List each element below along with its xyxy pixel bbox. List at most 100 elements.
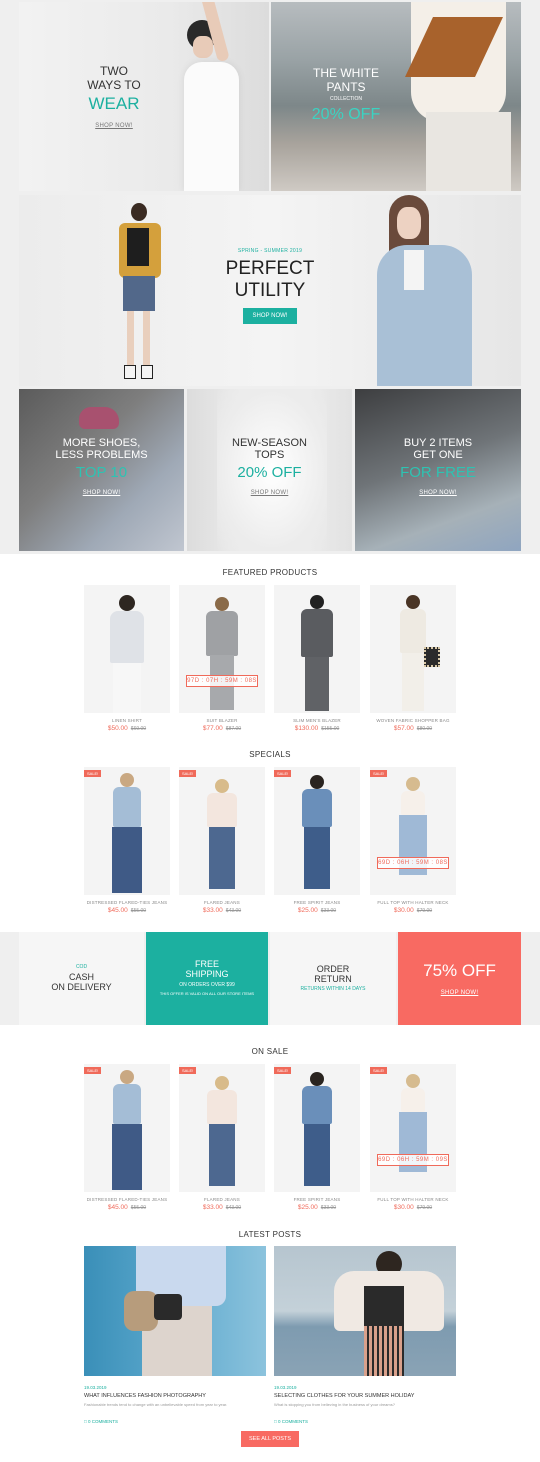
product-name[interactable]: FREE SPIRIT JEANS bbox=[274, 900, 360, 905]
product-card[interactable]: 97D : 07H : 59M : 08S SUIT BLAZER $77.00… bbox=[179, 585, 265, 732]
post-title[interactable]: SELECTING CLOTHES FOR YOUR SUMMER HOLIDA… bbox=[274, 1393, 456, 1399]
product-name[interactable]: FULL TOP WITH HALTER NECK bbox=[370, 1197, 456, 1202]
product-image: SALE! bbox=[84, 767, 170, 895]
post-date: 19.03.2019 bbox=[274, 1385, 297, 1390]
product-name[interactable]: SLIM MEN'S BLAZER bbox=[274, 718, 360, 723]
comment-count: 0 COMMENTS bbox=[87, 1419, 118, 1424]
season-label: SPRING - SUMMER 2019 bbox=[237, 248, 303, 254]
product-name[interactable]: FLARED JEANS bbox=[179, 900, 265, 905]
onsale-title: ON SALE bbox=[251, 1047, 289, 1056]
shop-now-link[interactable]: SHOP NOW! bbox=[355, 490, 521, 496]
feature-sub: ON ORDERS OVER $99 bbox=[179, 982, 235, 988]
banner-accent: 20% OFF bbox=[237, 464, 302, 481]
product-card[interactable]: SALE! 69D : 06H : 59M : 09S FULL TOP WIT… bbox=[370, 1064, 456, 1211]
product-name[interactable]: DISTRESSED FLARED-TIES JEANS bbox=[84, 900, 170, 905]
shop-now-link[interactable]: SHOP NOW! bbox=[187, 490, 352, 496]
shop-now-link[interactable]: SHOP NOW! bbox=[59, 123, 169, 129]
feature-promo[interactable]: 75% OFF SHOP NOW! bbox=[398, 932, 521, 1025]
post-title[interactable]: WHAT INFLUENCES FASHION PHOTOGRAPHY bbox=[84, 1393, 266, 1399]
banner-tops[interactable]: NEW-SEASON TOPS 20% OFF SHOP NOW! bbox=[187, 389, 352, 551]
post-image[interactable] bbox=[84, 1246, 266, 1376]
shop-now-button[interactable]: SHOP NOW! bbox=[242, 308, 298, 324]
model-right-image bbox=[369, 195, 479, 386]
post-card[interactable]: 19.03.2019 SELECTING CLOTHES FOR YOUR SU… bbox=[274, 1246, 456, 1424]
product-price: $25.00 bbox=[297, 1204, 318, 1211]
product-card[interactable]: SLIM MEN'S BLAZER $130.00 $155.00 bbox=[274, 585, 360, 732]
product-price: $50.00 bbox=[107, 725, 128, 732]
product-image: SALE! bbox=[274, 767, 360, 895]
comment-count: 0 COMMENTS bbox=[277, 1419, 308, 1424]
feature-line1: FREE bbox=[194, 959, 219, 969]
product-old-price: $79.00 bbox=[416, 908, 433, 914]
model-left-image bbox=[109, 203, 169, 383]
countdown-timer: 97D : 07H : 59M : 08S bbox=[186, 675, 258, 687]
product-card[interactable]: SALE! 69D : 06H : 59M : 08S FULL TOP WIT… bbox=[370, 767, 456, 914]
product-card[interactable]: SALE! DISTRESSED FLARED-TIES JEANS $45.0… bbox=[84, 1064, 170, 1211]
sale-badge: SALE! bbox=[274, 770, 292, 777]
sale-badge: SALE! bbox=[84, 1067, 102, 1074]
product-card[interactable]: SALE! FREE SPIRIT JEANS $25.00 $33.00 bbox=[274, 1064, 360, 1211]
banner-two-ways[interactable]: TWO WAYS TO WEAR SHOP NOW! bbox=[19, 2, 269, 191]
product-card[interactable]: SALE! FLARED JEANS $33.00 $43.00 bbox=[179, 1064, 265, 1211]
banner-shoes[interactable]: MORE SHOES, LESS PROBLEMS TOP 10 SHOP NO… bbox=[19, 389, 184, 551]
post-comments[interactable]: □ 0 COMMENTS bbox=[274, 1419, 456, 1424]
banner-buy2[interactable]: BUY 2 ITEMS GET ONE FOR FREE SHOP NOW! bbox=[355, 389, 521, 551]
product-image: SALE! bbox=[179, 1064, 265, 1192]
product-old-price: $43.00 bbox=[225, 908, 242, 914]
shoe-image bbox=[79, 407, 119, 429]
banner-line1: NEW-SEASON bbox=[232, 437, 307, 449]
banner-line2: GET ONE bbox=[413, 449, 463, 461]
product-card[interactable]: SALE! FLARED JEANS $33.00 $43.00 bbox=[179, 767, 265, 914]
banner-line1: BUY 2 ITEMS bbox=[403, 437, 473, 449]
product-image: SALE! bbox=[84, 1064, 170, 1192]
product-price: $30.00 bbox=[393, 907, 414, 914]
product-price: $25.00 bbox=[297, 907, 318, 914]
feature-line1: ORDER bbox=[316, 964, 350, 974]
product-old-price: $33.00 bbox=[320, 908, 337, 914]
product-old-price: $43.00 bbox=[225, 1205, 242, 1211]
posts-title: LATEST POSTS bbox=[238, 1230, 302, 1239]
product-image bbox=[274, 585, 360, 713]
banner-line1: TWO bbox=[100, 64, 128, 78]
sale-badge: SALE! bbox=[84, 770, 102, 777]
comment-icon: □ bbox=[84, 1419, 87, 1424]
post-comments[interactable]: □ 0 COMMENTS bbox=[84, 1419, 266, 1424]
product-name[interactable]: FREE SPIRIT JEANS bbox=[274, 1197, 360, 1202]
sale-badge: SALE! bbox=[370, 1067, 388, 1074]
product-card[interactable]: SALE! DISTRESSED FLARED-TIES JEANS $45.0… bbox=[84, 767, 170, 914]
banner-white-pants[interactable]: THE WHITE PANTS COLLECTION 20% OFF bbox=[271, 2, 521, 191]
product-image bbox=[84, 585, 170, 713]
post-card[interactable]: 19.03.2019 WHAT INFLUENCES FASHION PHOTO… bbox=[84, 1246, 266, 1424]
product-old-price: $33.00 bbox=[320, 1205, 337, 1211]
banner-accent: 20% OFF bbox=[311, 106, 381, 123]
feature-line1: CASH bbox=[68, 972, 94, 982]
feature-line2: ON DELIVERY bbox=[51, 982, 112, 992]
product-card[interactable]: SALE! FREE SPIRIT JEANS $25.00 $33.00 bbox=[274, 767, 360, 914]
product-name[interactable]: FULL TOP WITH HALTER NECK bbox=[370, 900, 456, 905]
banner-perfect-utility[interactable]: SPRING - SUMMER 2019 PERFECT UTILITY SHO… bbox=[19, 195, 521, 386]
product-name[interactable]: FLARED JEANS bbox=[179, 1197, 265, 1202]
feature-line2: RETURN bbox=[314, 974, 352, 984]
product-image: SALE! bbox=[274, 1064, 360, 1192]
product-price: $33.00 bbox=[202, 1204, 223, 1211]
product-card[interactable]: WOVEN FABRIC SHOPPER BAG $57.00 $80.00 bbox=[370, 585, 456, 732]
specials-title: SPECIALS bbox=[249, 750, 291, 759]
promo-accent: 75% OFF bbox=[423, 961, 496, 980]
see-all-posts-button[interactable]: SEE ALL POSTS bbox=[241, 1431, 299, 1447]
product-name[interactable]: DISTRESSED FLARED-TIES JEANS bbox=[84, 1197, 170, 1202]
shop-now-link[interactable]: SHOP NOW! bbox=[398, 990, 521, 996]
feature-shipping: FREE SHIPPING ON ORDERS OVER $99 THIS OF… bbox=[146, 932, 268, 1025]
banner-line2: LESS PROBLEMS bbox=[55, 449, 148, 461]
post-excerpt: Fashionable trends tend to change with a… bbox=[84, 1402, 228, 1407]
product-name[interactable]: LINEN SHIRT bbox=[84, 718, 170, 723]
post-image[interactable] bbox=[274, 1246, 456, 1376]
product-name[interactable]: SUIT BLAZER bbox=[179, 718, 265, 723]
product-old-price: $87.00 bbox=[225, 726, 242, 732]
shop-now-link[interactable]: SHOP NOW! bbox=[19, 490, 184, 496]
product-price: $30.00 bbox=[393, 1204, 414, 1211]
countdown-timer: 69D : 06H : 59M : 08S bbox=[377, 857, 449, 869]
product-name[interactable]: WOVEN FABRIC SHOPPER BAG bbox=[370, 718, 456, 723]
product-old-price: $79.00 bbox=[416, 1205, 433, 1211]
product-card[interactable]: LINEN SHIRT $50.00 $69.00 bbox=[84, 585, 170, 732]
featured-title: FEATURED PRODUCTS bbox=[222, 568, 318, 577]
